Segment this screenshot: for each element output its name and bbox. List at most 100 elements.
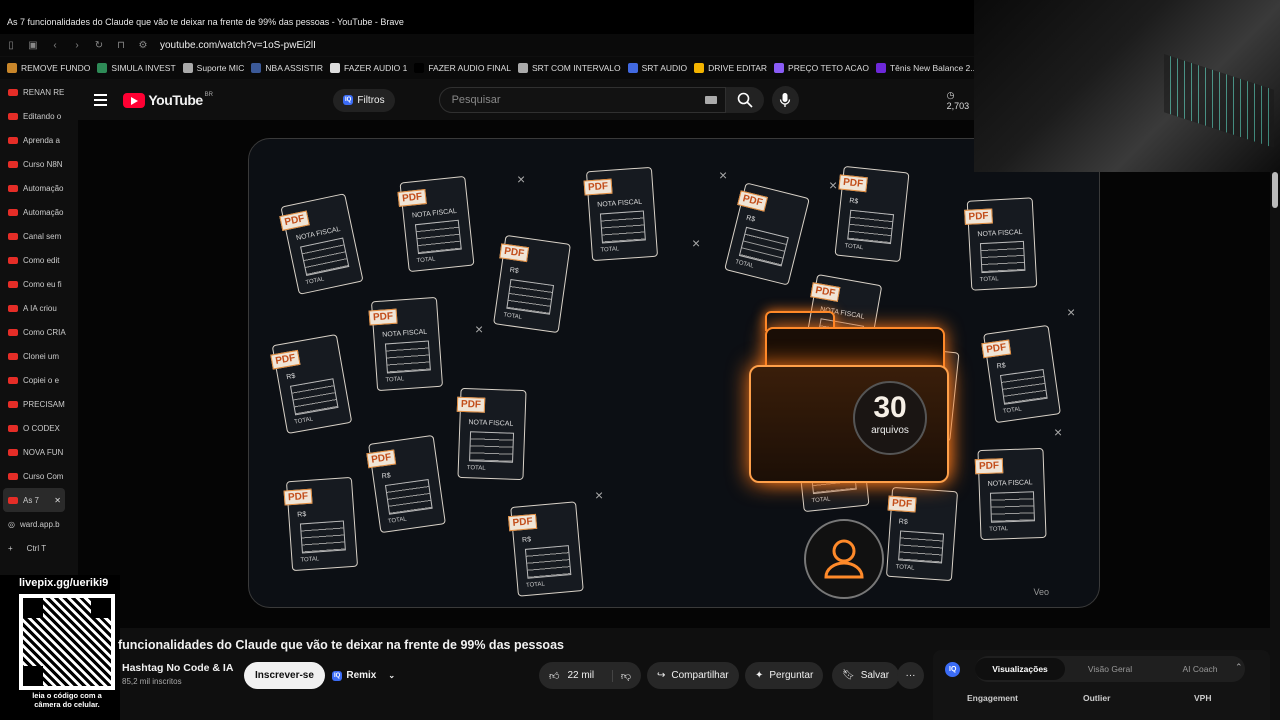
document-label: NOTA FISCAL <box>597 198 643 209</box>
sidebar-tab[interactable]: Automação <box>0 176 68 200</box>
sidebar-toggle-icon[interactable]: ▯ <box>0 40 22 51</box>
bookmark-item[interactable]: NBA ASSISTIR <box>251 63 323 73</box>
sparkle-icon: ✦ <box>755 670 764 681</box>
reload-icon[interactable]: ↻ <box>88 40 110 51</box>
tab-label: A IA criou <box>23 303 57 313</box>
bookmark-item[interactable]: REMOVE FUNDO <box>7 63 90 73</box>
sidebar-tab[interactable]: Automação <box>0 200 68 224</box>
tabs-icon[interactable]: ▣ <box>22 40 44 51</box>
forward-icon[interactable]: › <box>66 40 88 51</box>
youtube-logo[interactable]: YouTube BR <box>123 92 213 108</box>
pdf-tag: PDF <box>974 458 1004 475</box>
pdf-tag: PDF <box>397 189 427 207</box>
pdf-tag: PDF <box>981 339 1012 359</box>
bookmark-item[interactable]: SRT COM INTERVALO <box>517 63 621 73</box>
sidebar-tab[interactable]: Editando o <box>0 104 68 128</box>
tab-label: Como edit <box>23 255 60 265</box>
logo-text: YouTube <box>148 92 203 108</box>
sidebar-tab[interactable]: O CODEX <box>0 416 68 440</box>
pdf-document-icon: PDF NOTA FISCAL TOTAL <box>368 296 444 392</box>
bookmark-item[interactable]: FAZER AUDIO FINAL <box>414 63 511 73</box>
pdf-document-icon: PDF R$ TOTAL <box>493 234 571 334</box>
more-actions-button[interactable]: ··· <box>897 662 924 689</box>
sidebar-tab[interactable]: Copiei o e <box>0 368 68 392</box>
column-engagement: Engagement <box>967 693 1019 703</box>
column-outlier: Outlier <box>1083 693 1111 703</box>
like-button[interactable]: 👍︎ 22 mil 👎︎ <box>539 662 641 689</box>
bookmark-item[interactable]: PREÇO TETO ACAO <box>774 63 869 73</box>
sidebar-tab[interactable]: NOVA FUN <box>0 440 68 464</box>
tab-visualizacoes[interactable]: Visualizações <box>975 658 1065 680</box>
tab-label: Como CRIA <box>23 327 66 337</box>
tab-ai-coach[interactable]: AI Coach <box>1155 664 1245 674</box>
bookmark-label: Suporte MIC <box>196 63 245 73</box>
sidebar-tab[interactable]: PRECISAM <box>0 392 68 416</box>
bookmark-item[interactable]: DRIVE EDITAR <box>694 63 767 73</box>
document-label: R$ <box>509 266 520 275</box>
panel-tabs: Visualizações Visão Geral AI Coach <box>975 656 1245 682</box>
remix-label: Remix <box>346 670 377 681</box>
document-total: TOTAL <box>385 376 405 384</box>
pdf-tag: PDF <box>499 243 530 263</box>
sidebar-tab[interactable]: Curso N8N <box>0 152 68 176</box>
youtube-favicon-icon <box>8 376 18 384</box>
url-text[interactable]: youtube.com/watch?v=1oS-pwEi2lI <box>160 40 316 51</box>
sidebar-tab[interactable]: Canal sem <box>0 224 68 248</box>
active-tab[interactable]: As 7 ✕ <box>3 488 65 512</box>
remix-button[interactable]: IQ Remix ⌄ <box>328 662 399 689</box>
filters-button[interactable]: IQ Filtros <box>333 88 395 112</box>
livepix-overlay: livepix.gg/ueriki9 leia o código com a c… <box>0 575 120 720</box>
voice-search-button[interactable] <box>771 86 799 114</box>
dislike-button[interactable]: 👎︎ <box>611 669 631 682</box>
tab-visao-geral[interactable]: Visão Geral <box>1065 664 1155 674</box>
sidebar-tab[interactable]: Como CRIA <box>0 320 68 344</box>
bookmark-item[interactable]: FAZER AUDIO 1 <box>330 63 407 73</box>
sidebar-tab[interactable]: Como edit <box>0 248 68 272</box>
channel-name[interactable]: Hashtag No Code & IA <box>122 662 233 674</box>
bookmark-label: Tênis New Balance 2... <box>889 63 978 73</box>
back-icon[interactable]: ‹ <box>44 40 66 51</box>
document-label: R$ <box>745 214 756 224</box>
bookmark-item[interactable]: SIMULA INVEST <box>97 63 176 73</box>
document-label: NOTA FISCAL <box>382 328 428 339</box>
decorative-x-icon: × <box>475 321 484 337</box>
search-button[interactable] <box>725 87 764 113</box>
ask-button[interactable]: ✦ Perguntar <box>745 662 824 689</box>
bookmark-icon[interactable]: ⊓ <box>110 40 132 51</box>
subscribe-button[interactable]: Inscrever-se <box>244 662 325 689</box>
bookmark-item[interactable]: Tênis New Balance 2... <box>875 63 978 73</box>
sidebar-tab[interactable]: Como eu fi <box>0 272 68 296</box>
pdf-document-icon: PDF NOTA FISCAL TOTAL <box>456 387 527 481</box>
bookmarks-bar: REMOVE FUNDO SIMULA INVEST Suporte MIC NBA … <box>0 57 980 79</box>
close-tab-icon[interactable]: ✕ <box>54 496 61 505</box>
tab-label: Aprenda a <box>23 135 60 145</box>
sidebar-tab[interactable]: A IA criou <box>0 296 68 320</box>
bookmark-favicon-icon <box>330 63 341 73</box>
tab-ward[interactable]: ◎ ward.app.b <box>0 512 68 536</box>
video-player[interactable]: PDF NOTA FISCAL TOTAL PDF NOTA FISCAL TOTAL PD… <box>78 120 1270 628</box>
sidebar-tab[interactable]: RENAN RE <box>0 80 68 104</box>
tab-label: Curso Com <box>23 471 64 481</box>
channel-info[interactable]: Hashtag No Code & IA 85,2 mil inscritos <box>122 662 233 686</box>
pdf-tag: PDF <box>270 349 301 370</box>
menu-icon[interactable] <box>94 91 108 109</box>
share-button[interactable]: ↪ Compartilhar <box>647 662 739 689</box>
search-input[interactable]: Pesquisar <box>438 87 726 113</box>
scrollbar[interactable] <box>1272 172 1278 208</box>
qr-code <box>19 594 115 690</box>
address-bar[interactable]: ▯ ▣ ‹ › ↻ ⊓ ⚙ youtube.com/watch?v=1oS-pw… <box>0 34 980 56</box>
bookmark-item[interactable]: SRT AUDIO <box>627 63 687 73</box>
keyboard-icon[interactable] <box>704 96 717 104</box>
sidebar-tab[interactable]: Aprenda a <box>0 128 68 152</box>
sidebar-tab[interactable]: Clonei um <box>0 344 68 368</box>
bookmark-item[interactable]: Suporte MIC <box>182 63 245 73</box>
save-label: Salvar <box>860 670 890 681</box>
youtube-favicon-icon <box>8 496 18 504</box>
youtube-favicon-icon <box>8 184 18 192</box>
chevron-up-icon[interactable]: ⌃ <box>1235 662 1243 673</box>
sidebar-tab[interactable]: Curso Com <box>0 464 68 488</box>
decorative-x-icon: × <box>517 171 526 187</box>
new-tab-button[interactable]: + Ctrl T <box>0 536 68 560</box>
site-settings-icon[interactable]: ⚙ <box>132 40 154 51</box>
save-button[interactable]: 🔖︎ Salvar <box>832 662 900 689</box>
